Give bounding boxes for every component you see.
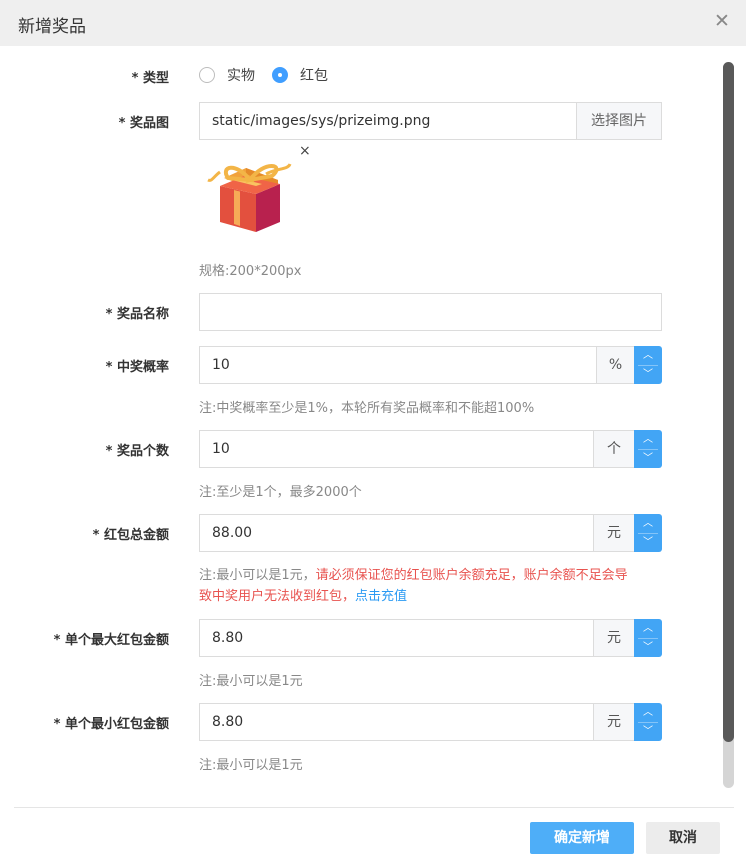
footer-divider <box>14 807 734 808</box>
prize-count-label: * 奖品个数 <box>105 444 169 459</box>
remove-image-icon[interactable]: × <box>299 143 311 159</box>
max-single-hint: 注:最小可以是1元 <box>199 674 303 689</box>
prize-count-unit: 个 <box>593 430 635 468</box>
prize-image-path-input[interactable]: static/images/sys/prizeimg.png <box>199 102 577 140</box>
dialog-header: 新增奖品 ✕ <box>0 0 746 46</box>
prize-name-label: * 奖品名称 <box>105 307 169 322</box>
min-single-label: * 单个最小红包金额 <box>53 717 169 732</box>
min-single-unit: 元 <box>593 703 635 741</box>
chevron-down-icon[interactable]: ﹀ <box>634 533 662 552</box>
max-single-stepper[interactable]: ︿ ﹀ <box>634 619 662 657</box>
win-rate-hint: 注:中奖概率至少是1%，本轮所有奖品概率和不能超100% <box>199 401 535 416</box>
recharge-link[interactable]: 点击充值 <box>355 589 407 604</box>
max-single-label: * 单个最大红包金额 <box>53 633 169 648</box>
chevron-down-icon[interactable]: ﹀ <box>634 449 662 468</box>
max-single-input[interactable]: 8.80 <box>199 619 594 657</box>
min-single-input[interactable]: 8.80 <box>199 703 594 741</box>
prize-image-label: * 奖品图 <box>118 116 169 131</box>
chevron-up-icon[interactable]: ︿ <box>634 703 662 722</box>
cancel-button[interactable]: 取消 <box>646 822 720 854</box>
gift-box-icon <box>207 163 292 232</box>
radio-label-physical: 实物 <box>227 68 255 84</box>
win-rate-label: * 中奖概率 <box>105 360 169 375</box>
dialog-title: 新增奖品 <box>18 17 86 37</box>
total-amount-label: * 红包总金额 <box>92 528 169 543</box>
total-amount-unit: 元 <box>593 514 635 552</box>
total-amount-stepper[interactable]: ︿ ﹀ <box>634 514 662 552</box>
min-single-hint: 注:最小可以是1元 <box>199 758 303 773</box>
min-single-stepper[interactable]: ︿ ﹀ <box>634 703 662 741</box>
choose-image-button[interactable]: 选择图片 <box>576 102 662 140</box>
scrollbar[interactable] <box>723 62 734 788</box>
win-rate-stepper[interactable]: ︿ ﹀ <box>634 346 662 384</box>
max-single-unit: 元 <box>593 619 635 657</box>
chevron-up-icon[interactable]: ︿ <box>634 619 662 638</box>
chevron-up-icon[interactable]: ︿ <box>634 346 662 365</box>
prize-count-input[interactable]: 10 <box>199 430 594 468</box>
scrollbar-thumb[interactable] <box>723 62 734 742</box>
type-radio-physical[interactable]: 实物 <box>199 66 255 84</box>
chevron-down-icon[interactable]: ﹀ <box>634 365 662 384</box>
close-icon[interactable]: ✕ <box>712 11 732 31</box>
total-amount-hint-prefix: 注:最小可以是1元， <box>199 568 316 583</box>
type-radio-redpacket[interactable]: 红包 <box>272 66 328 84</box>
balance-warning-cont: 致中奖用户无法收到红包， <box>199 589 356 604</box>
prize-count-hint: 注:至少是1个，最多2000个 <box>199 485 362 500</box>
prize-count-stepper[interactable]: ︿ ﹀ <box>634 430 662 468</box>
type-label: * 类型 <box>131 71 169 86</box>
prize-name-input[interactable] <box>199 293 662 331</box>
total-amount-input[interactable]: 88.00 <box>199 514 594 552</box>
balance-warning: 请必须保证您的红包账户余额充足，账户余额不足会导 <box>315 568 628 583</box>
radio-label-redpacket: 红包 <box>300 68 328 84</box>
chevron-down-icon[interactable]: ﹀ <box>634 722 662 741</box>
image-spec-hint: 规格:200*200px <box>199 264 302 279</box>
confirm-add-button[interactable]: 确定新增 <box>530 822 634 854</box>
chevron-up-icon[interactable]: ︿ <box>634 430 662 449</box>
win-rate-unit: % <box>596 346 635 384</box>
win-rate-input[interactable]: 10 <box>199 346 597 384</box>
total-amount-hint: 注:最小可以是1元，请必须保证您的红包账户余额充足，账户余额不足会导 致中奖用户… <box>199 565 669 607</box>
radio-unchecked-icon <box>199 67 215 83</box>
chevron-down-icon[interactable]: ﹀ <box>634 638 662 657</box>
radio-checked-icon <box>272 67 288 83</box>
chevron-up-icon[interactable]: ︿ <box>634 514 662 533</box>
